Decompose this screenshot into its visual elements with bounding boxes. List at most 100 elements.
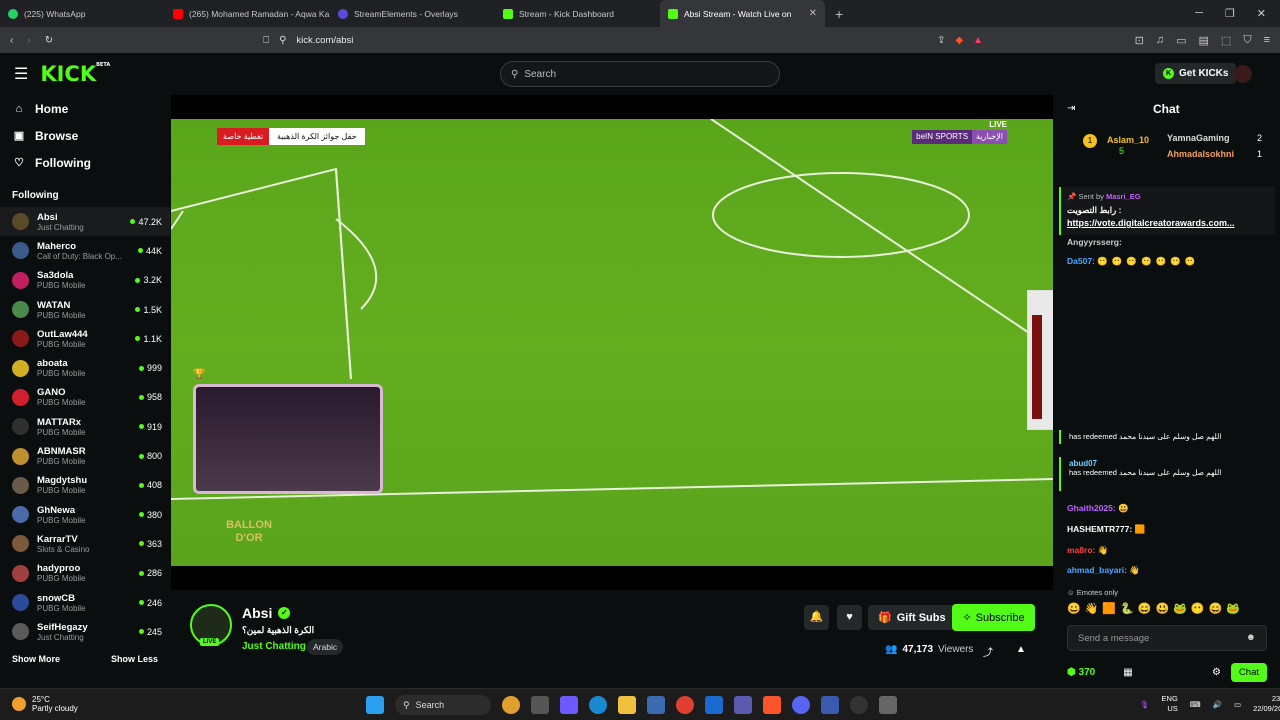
vote-link[interactable]: https://vote.digitalcreatorawards.com... [1067,218,1269,228]
notification-bell-button[interactable]: 🔔 [804,605,829,630]
mic-icon[interactable]: 🎙 [1140,700,1150,709]
tab-youtube[interactable]: (265) Mohamed Ramadan - Aqwa Ka [165,0,330,27]
extensions-icon[interactable]: ⬚ [1221,34,1231,47]
sidebar-channel-watan[interactable]: WATAN PUBG Mobile 1.5K [0,295,170,324]
battery-icon[interactable]: ▭ [1234,700,1241,709]
nav-browse[interactable]: ▣ Browse [0,122,170,149]
edge-icon[interactable] [589,696,607,714]
show-more-button[interactable]: Show More [12,654,60,664]
chat-input[interactable]: Send a message ☻ [1067,625,1267,651]
system-tray: 🎙 ENGUS ⌨ 🔊 ▭ 23:4322/09/2025 🔔 [1140,694,1280,714]
subscribe-button[interactable]: ✧ Subscribe [952,604,1035,631]
outlook-icon[interactable] [705,696,723,714]
sidebar-channel-aboata[interactable]: aboata PUBG Mobile 999 [0,353,170,382]
sidebar-channel-abnmasr[interactable]: ABNMASR PUBG Mobile 800 [0,441,170,470]
follow-heart-button[interactable]: ♥ [837,605,862,630]
tab-streamelements[interactable]: StreamElements - Overlays [330,0,495,27]
chat-message: Da507: 😶😶😶😶😶😶😶 [1067,256,1200,266]
chrome-icon[interactable] [676,696,694,714]
sidebar-channel-gano[interactable]: GANO PUBG Mobile 958 [0,383,170,412]
wallet-icon[interactable]: ▤ [1199,34,1209,47]
report-icon[interactable]: ▲ [1016,644,1026,655]
obs-icon[interactable] [850,696,868,714]
emote-picker-row[interactable]: 😀👋🟧🐍😄😃🐸😶😄🐸 [1067,602,1244,615]
network-icon[interactable]: ⌨ [1190,700,1201,709]
copilot-icon[interactable] [502,696,520,714]
nav-following[interactable]: ♡ Following [0,149,170,176]
minimize-icon[interactable]: ─ [1195,7,1203,20]
site-info-icon[interactable]: ⚲ [279,35,286,46]
sidebar-channel-outlaw444[interactable]: OutLaw444 PUBG Mobile 1.1K [0,324,170,353]
kicks-balance[interactable]: ⬢ 370 [1067,667,1095,678]
menu-icon[interactable]: ≡ [1264,34,1270,47]
share-icon[interactable]: ⇪ [937,35,945,46]
user-avatar[interactable] [1234,65,1252,83]
sidebar-channel-snowcb[interactable]: snowCB PUBG Mobile 246 [0,588,170,617]
get-kicks-button[interactable]: K Get KICKs [1155,63,1237,84]
video-player[interactable]: 🏆 تغطية خاصة حفل جوائز الكرة الذهبية LIV… [171,95,1053,590]
channel-avatar [12,447,29,465]
back-icon[interactable]: ‹ [10,35,13,46]
sidebar-channel-mattarx[interactable]: MATTARx PUBG Mobile 919 [0,412,170,441]
live-dot-icon [138,482,144,488]
emoji-picker-icon[interactable]: ☻ [1246,632,1256,643]
close-tab-icon[interactable]: ✕ [809,8,817,19]
sidebar-channel-karrartv[interactable]: KarrarTV Slots & Casino 363 [0,529,170,558]
screenshot-icon[interactable]: ⊡ [1135,34,1144,47]
sidebar-channel-absi[interactable]: Absi Just Chatting 47.2K [0,207,170,237]
streamer-name[interactable]: Absi ✓ [242,605,291,621]
chat-settings-icon[interactable]: ⚙ [1212,667,1221,678]
taskbar-search[interactable]: ⚲ Search [395,695,491,715]
brave-icon[interactable] [763,696,781,714]
stream-category[interactable]: Just Chatting [242,641,306,652]
copilot-app-icon[interactable] [560,696,578,714]
sidebar-icon[interactable]: ▭ [1176,34,1186,47]
clock[interactable]: 23:4322/09/2025 [1253,694,1280,714]
search-input[interactable]: ⚲ Search [500,61,780,87]
brave-shield-icon[interactable]: ◆ [955,35,963,46]
sidebar-channel-sa3dola[interactable]: Sa3dola PUBG Mobile 3.2K [0,266,170,295]
file-explorer-icon[interactable] [618,696,636,714]
weather-widget[interactable]: 25°C Partly cloudy [12,695,78,713]
store-icon[interactable] [647,696,665,714]
share-icon[interactable]: ⤴ [983,644,993,659]
sidebar-channel-maherco[interactable]: Maherco Call of Duty: Black Op... 44K [0,236,170,265]
tab-kick-dashboard[interactable]: Stream - Kick Dashboard [495,0,660,27]
bookmark-icon[interactable]: ⎕ [263,35,269,46]
url-field[interactable]: ⎕ ⚲ kick.com/absi ⇪ ◆ ▲ [263,35,983,46]
tab-absi-stream[interactable]: Absi Stream - Watch Live on ✕ [660,0,825,27]
new-tab-button[interactable]: + [825,6,853,22]
close-window-icon[interactable]: ✕ [1257,7,1266,20]
hamburger-menu-icon[interactable]: ☰ [14,64,28,84]
windows-start-icon[interactable] [366,696,384,714]
teams-icon[interactable] [734,696,752,714]
reload-icon[interactable]: ↻ [45,35,53,46]
wordpad-icon[interactable] [821,696,839,714]
language-indicator[interactable]: ENG US [1162,694,1178,714]
kick-logo[interactable]: KICKBETA [40,62,110,86]
maximize-icon[interactable]: ❐ [1225,7,1235,20]
media-icon[interactable]: ♫ [1156,34,1164,47]
task-view-icon[interactable] [531,696,549,714]
sidebar-channel-magdytshu[interactable]: Magdytshu PUBG Mobile 408 [0,471,170,500]
forward-icon[interactable]: › [27,35,30,46]
sidebar-channel-ghnewa[interactable]: GhNewa PUBG Mobile 380 [0,500,170,529]
sidebar-channel-seifhegazy[interactable]: SeifHegazy Just Chatting 245 [0,617,170,646]
show-less-button[interactable]: Show Less [111,654,158,664]
tab-whatsapp[interactable]: (225) WhatsApp [0,0,165,27]
pinned-message[interactable]: 📌 Sent by Masri_EG رابط التصويت : https:… [1059,187,1275,235]
live-dot-icon [138,453,144,459]
send-chat-button[interactable]: Chat [1230,662,1267,682]
nav-home[interactable]: ⌂ Home [0,95,170,122]
brave-rewards-icon[interactable]: ▲ [973,35,983,46]
language-tag[interactable]: Arabic [307,639,344,655]
vpn-icon[interactable]: ⛉ [1243,34,1251,47]
settings-icon[interactable] [879,696,897,714]
discord-icon[interactable] [792,696,810,714]
kicks-coin-icon: K [1163,68,1174,79]
gift-subs-button[interactable]: 🎁 Gift Subs [868,605,956,630]
gift-box-icon[interactable]: ▦ [1123,667,1132,678]
collapse-chat-icon[interactable]: ⇥ [1067,103,1075,114]
sidebar-channel-hadyproo[interactable]: hadyproo PUBG Mobile 286 [0,559,170,588]
volume-icon[interactable]: 🔊 [1213,700,1222,709]
